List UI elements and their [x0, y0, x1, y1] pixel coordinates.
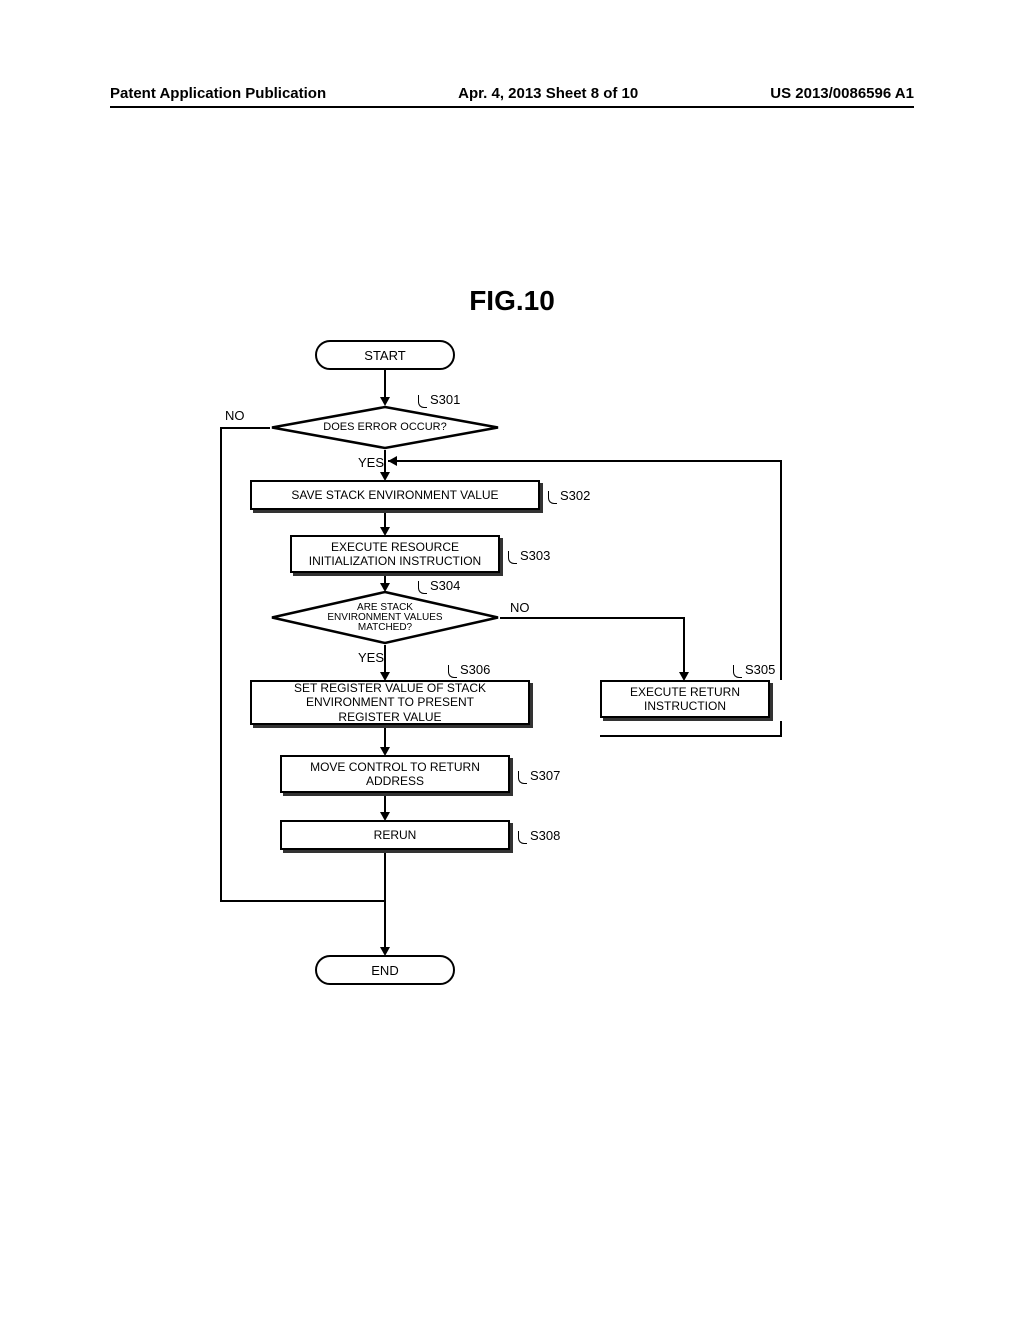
step-s306: S306: [460, 662, 490, 677]
start-terminal: START: [315, 340, 455, 370]
header-center: Apr. 4, 2013 Sheet 8 of 10: [458, 85, 638, 102]
header-right: US 2013/0086596 A1: [770, 85, 914, 102]
step-s302: S302: [560, 488, 590, 503]
step-s301: S301: [430, 392, 460, 407]
flowchart: START DOES ERROR OCCUR? S301 NO YES SAVE…: [200, 340, 820, 1000]
process-execute-return: EXECUTE RETURN INSTRUCTION: [600, 680, 770, 718]
process-execute-resource: EXECUTE RESOURCE INITIALIZATION INSTRUCT…: [290, 535, 500, 573]
decision-stack-matched: ARE STACK ENVIRONMENT VALUES MATCHED?: [270, 590, 500, 645]
step-s307: S307: [530, 768, 560, 783]
yes-label-1: YES: [358, 455, 384, 470]
process-save-stack: SAVE STACK ENVIRONMENT VALUE: [250, 480, 540, 510]
process-move-control: MOVE CONTROL TO RETURN ADDRESS: [280, 755, 510, 793]
step-s304: S304: [430, 578, 460, 593]
decision-error-occur: DOES ERROR OCCUR?: [270, 405, 500, 450]
header-left: Patent Application Publication: [110, 85, 326, 102]
no-label-1: NO: [225, 408, 245, 423]
process-rerun: RERUN: [280, 820, 510, 850]
process-set-register: SET REGISTER VALUE OF STACK ENVIRONMENT …: [250, 680, 530, 725]
figure-title: FIG.10: [469, 285, 555, 317]
end-terminal: END: [315, 955, 455, 985]
step-s305: S305: [745, 662, 775, 677]
yes-label-2: YES: [358, 650, 384, 665]
page-header: Patent Application Publication Apr. 4, 2…: [110, 85, 914, 108]
step-s308: S308: [530, 828, 560, 843]
no-label-2: NO: [510, 600, 530, 615]
step-s303: S303: [520, 548, 550, 563]
